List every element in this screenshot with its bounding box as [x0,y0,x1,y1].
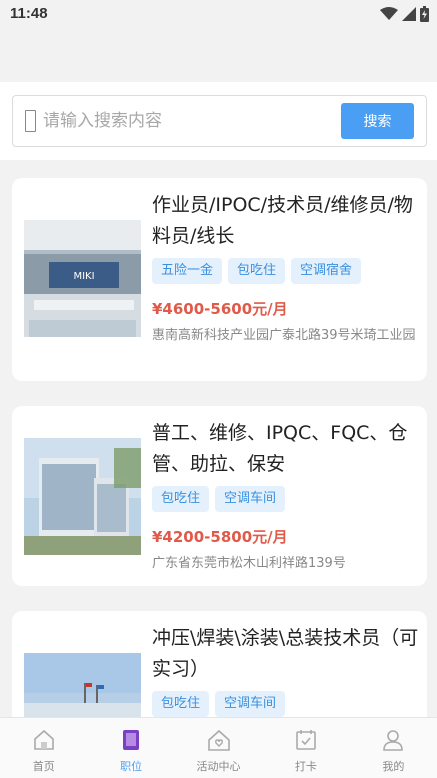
job-tag: 五险一金 [152,258,223,284]
tab-label: 职位 [120,760,143,773]
job-tag: 空调宿舍 [291,258,362,284]
job-title: 普工、维修、IPQC、FQC、仓管、助拉、保安 [152,422,408,475]
job-tags: 五险一金 包吃住 空调宿舍 [152,258,362,284]
search-section: 搜索 [0,82,437,160]
job-image [24,653,141,717]
profile-icon [383,730,404,751]
tab-activity[interactable]: 活动中心 [175,718,262,778]
job-list: MIKI 作业员/IPOC/技术员/维修员/物料员/线长 五险一金 包吃住 空调… [0,160,437,717]
job-salary: ¥4200-5800元/月 [152,528,288,546]
job-address: 广东省东莞市松木山利祥路139号 [152,556,346,571]
status-time: 11:48 [10,5,48,22]
tab-home[interactable]: 首页 [0,718,87,778]
jobs-icon [123,730,140,750]
job-image [24,438,141,555]
job-salary: ¥4600-5600元/月 [152,300,288,318]
job-tag: 空调车间 [215,691,286,717]
tab-profile[interactable]: 我的 [350,718,437,778]
job-address: 惠南高新科技产业园广泰北路39号米琦工业园 [152,328,416,343]
battery-icon [420,6,429,22]
job-tag: 包吃住 [152,691,210,717]
job-tag: 包吃住 [228,258,286,284]
job-tags: 包吃住 空调车间 [152,486,286,512]
svg-text:MIKI: MIKI [73,271,94,282]
job-tag: 空调车间 [215,486,286,512]
search-box: 搜索 [12,95,427,147]
home-icon [33,729,54,750]
tab-label: 打卡 [294,760,317,773]
header-area [0,32,437,82]
tab-label: 首页 [32,760,55,773]
job-tag: 包吃住 [152,486,210,512]
checkin-icon [296,730,316,750]
tab-checkin[interactable]: 打卡 [262,718,349,778]
job-tags: 包吃住 空调车间 [152,691,286,717]
job-card[interactable]: 冲压\焊装\涂装\总装技术员（可实习） 包吃住 空调车间 [12,611,427,717]
job-image: MIKI [24,220,141,337]
tab-label: 活动中心 [196,760,241,773]
tab-label: 我的 [382,760,405,773]
status-icons [380,6,429,22]
wifi-icon [380,7,398,20]
job-title: 冲压\焊装\涂装\总装技术员（可实习） [152,627,419,680]
signal-icon [402,7,416,21]
search-icon [25,110,36,132]
tab-jobs[interactable]: 职位 [87,718,174,778]
job-title: 作业员/IPOC/技术员/维修员/物料员/线长 [152,194,413,247]
search-button[interactable]: 搜索 [341,103,414,139]
status-bar: 11:48 [0,0,437,32]
tab-bar: 首页 职位 活动中心 打卡 我的 [0,717,437,778]
job-card[interactable]: 普工、维修、IPQC、FQC、仓管、助拉、保安 包吃住 空调车间 ¥4200-5… [12,406,427,586]
search-input[interactable] [43,108,333,134]
activity-icon [207,729,230,751]
job-card[interactable]: MIKI 作业员/IPOC/技术员/维修员/物料员/线长 五险一金 包吃住 空调… [12,178,427,381]
